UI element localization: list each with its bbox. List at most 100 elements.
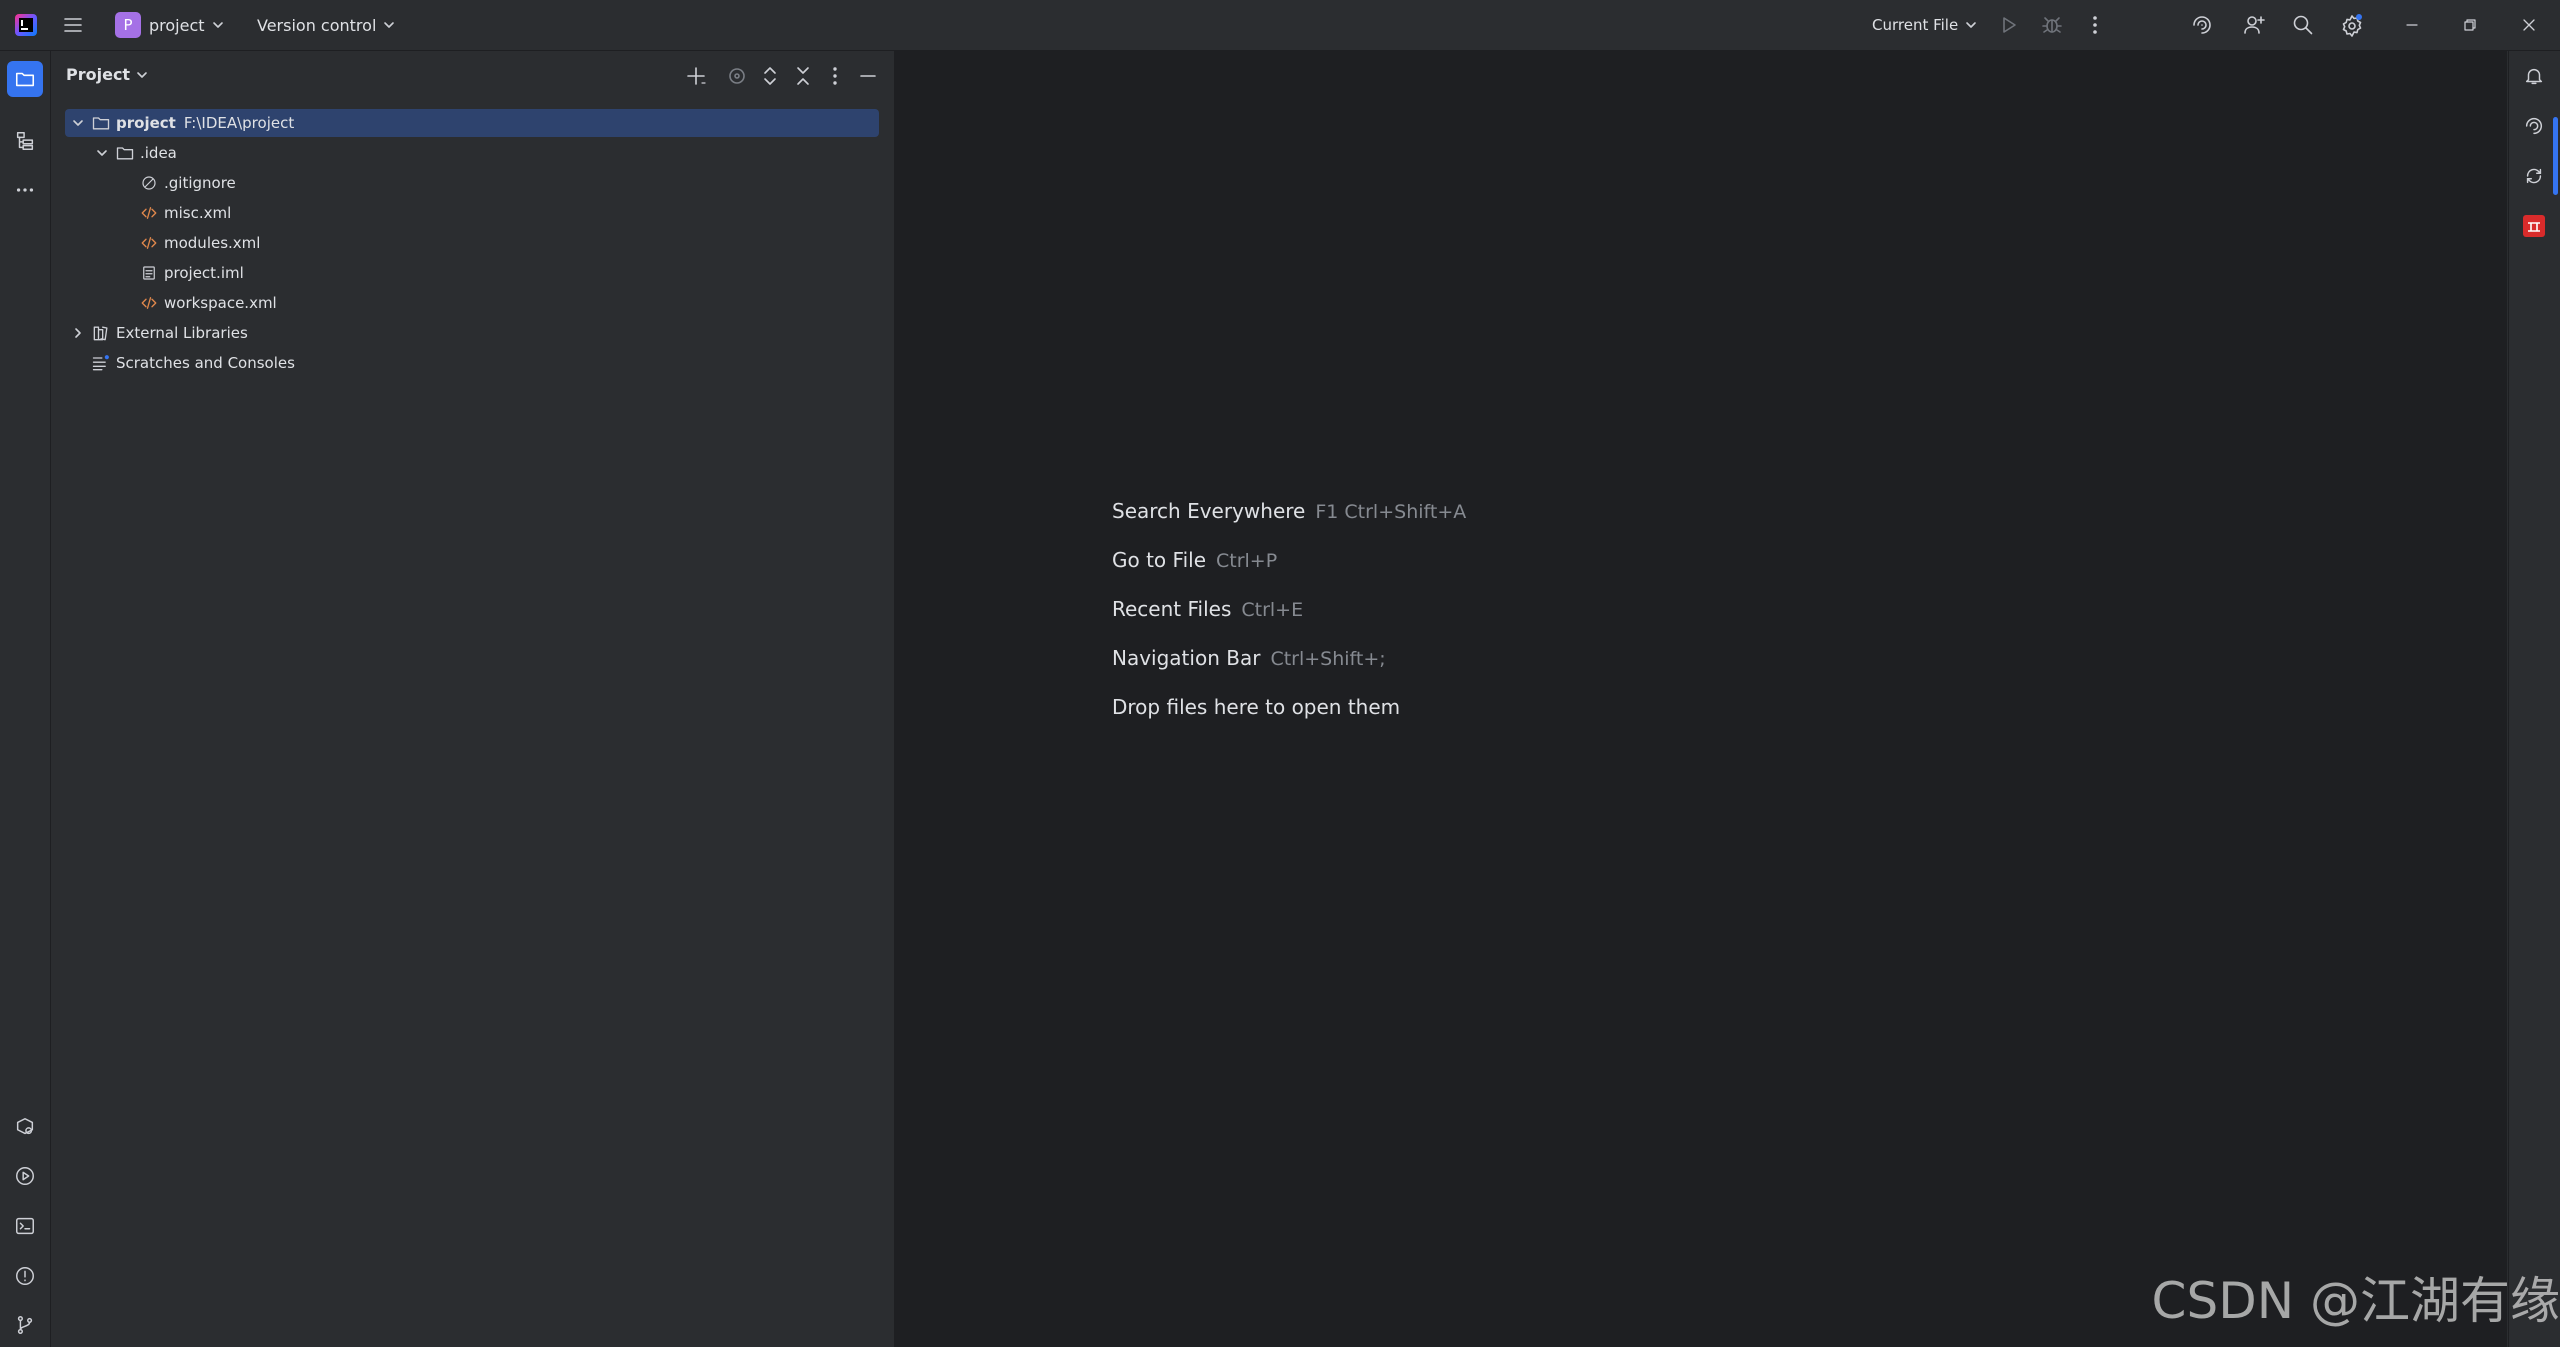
main-menu-icon[interactable] bbox=[61, 13, 85, 37]
watermark-text: CSDN @江湖有缘 bbox=[2151, 1272, 2560, 1330]
tree-item-label: workspace.xml bbox=[164, 294, 277, 312]
scratches-icon bbox=[91, 353, 111, 373]
sync-button[interactable] bbox=[2519, 161, 2549, 191]
hint-go-to-file: Go to File Ctrl+P bbox=[1112, 548, 1277, 572]
xml-file-icon bbox=[139, 233, 159, 253]
project-name: project bbox=[149, 15, 205, 35]
code-with-me-icon[interactable] bbox=[2242, 13, 2266, 37]
tree-item-label: .idea bbox=[140, 144, 177, 162]
run-configuration-selector[interactable]: Current File bbox=[1872, 12, 1978, 38]
git-tool-button[interactable] bbox=[10, 1310, 40, 1340]
hint-shortcut: Ctrl+P bbox=[1216, 550, 1278, 572]
chevron-down-icon bbox=[384, 22, 395, 28]
terminal-tool-button[interactable] bbox=[10, 1211, 40, 1241]
settings-icon[interactable] bbox=[2340, 13, 2364, 37]
ai-assistant-icon[interactable] bbox=[2190, 13, 2214, 37]
version-control-widget[interactable]: Version control bbox=[257, 12, 396, 38]
ai-assistant-icon bbox=[2525, 117, 2543, 135]
tree-item-modules-xml[interactable]: modules.xml bbox=[65, 229, 953, 257]
chevron-down-icon[interactable] bbox=[69, 114, 87, 132]
project-tool-window: Project project F:\IDEA\project .idea .g… bbox=[51, 51, 895, 1347]
run-configuration-label: Current File bbox=[1872, 16, 1959, 34]
new-file-icon[interactable] bbox=[684, 64, 708, 88]
options-icon[interactable] bbox=[823, 64, 847, 88]
tree-item-external-libraries[interactable]: External Libraries bbox=[65, 319, 883, 347]
chevron-down-icon bbox=[212, 22, 223, 28]
tree-item-label: project.iml bbox=[164, 264, 244, 282]
structure-icon bbox=[16, 132, 34, 150]
version-control-label: Version control bbox=[257, 15, 377, 35]
hint-label: Recent Files bbox=[1112, 597, 1232, 621]
chevron-down-icon[interactable] bbox=[93, 144, 111, 162]
editor-area[interactable]: Search Everywhere F1 Ctrl+Shift+A Go to F… bbox=[895, 51, 2507, 1347]
collapse-all-icon[interactable] bbox=[791, 64, 815, 88]
tree-item-label: Scratches and Consoles bbox=[116, 354, 295, 372]
hint-label: Navigation Bar bbox=[1112, 646, 1261, 670]
tree-item-gitignore[interactable]: .gitignore bbox=[65, 169, 953, 197]
services-icon bbox=[16, 1118, 34, 1135]
right-tool-window-bar bbox=[2508, 51, 2560, 1347]
problems-icon bbox=[16, 1267, 34, 1285]
tree-item-scratches[interactable]: Scratches and Consoles bbox=[65, 349, 905, 377]
chevron-right-icon[interactable] bbox=[69, 324, 87, 342]
tree-item-label: modules.xml bbox=[164, 234, 261, 252]
tree-item-label: project bbox=[116, 114, 176, 132]
hint-label: Drop files here to open them bbox=[1112, 695, 1401, 719]
run-circle-icon bbox=[16, 1167, 34, 1185]
chevron-down-icon bbox=[137, 71, 147, 78]
close-window-icon[interactable] bbox=[2517, 13, 2541, 37]
hide-panel-icon[interactable] bbox=[856, 64, 880, 88]
notifications-button[interactable] bbox=[2519, 61, 2549, 91]
title-bar: P project Version control Current File bbox=[0, 0, 2560, 51]
sync-icon bbox=[2526, 168, 2542, 184]
run-tool-button[interactable] bbox=[10, 1161, 40, 1191]
folder-icon bbox=[15, 72, 35, 87]
ai-assistant-button[interactable] bbox=[2519, 111, 2549, 141]
scroll-indicator bbox=[2553, 117, 2558, 195]
xml-file-icon bbox=[139, 293, 159, 313]
tree-item-idea-folder[interactable]: .idea bbox=[65, 139, 907, 167]
problems-tool-button[interactable] bbox=[10, 1261, 40, 1291]
project-view-selector[interactable]: Project bbox=[66, 65, 149, 84]
more-tools-button[interactable] bbox=[10, 175, 40, 205]
library-icon bbox=[91, 323, 111, 343]
app-logo-icon[interactable] bbox=[14, 13, 38, 37]
left-tool-window-bar bbox=[0, 51, 51, 1347]
project-badge: P bbox=[115, 12, 141, 38]
hint-label: Go to File bbox=[1112, 548, 1206, 572]
tree-item-project-iml[interactable]: project.iml bbox=[65, 259, 953, 287]
restore-window-icon[interactable] bbox=[2458, 13, 2482, 37]
expand-all-icon[interactable] bbox=[758, 64, 782, 88]
search-icon[interactable] bbox=[2291, 13, 2315, 37]
tree-item-label: misc.xml bbox=[164, 204, 232, 222]
folder-icon bbox=[91, 113, 111, 133]
structure-tool-button[interactable] bbox=[10, 126, 40, 156]
hint-shortcut: F1 Ctrl+Shift+A bbox=[1315, 501, 1467, 523]
more-horizontal-icon bbox=[16, 188, 34, 192]
folder-icon bbox=[115, 143, 135, 163]
services-tool-button[interactable] bbox=[10, 1112, 40, 1142]
project-tool-button[interactable] bbox=[7, 61, 43, 97]
hint-label: Search Everywhere bbox=[1112, 499, 1306, 523]
run-icon[interactable] bbox=[1997, 13, 2021, 37]
tree-item-project-root[interactable]: project F:\IDEA\project bbox=[65, 109, 879, 137]
debug-icon[interactable] bbox=[2040, 13, 2064, 37]
more-actions-icon[interactable] bbox=[2083, 13, 2107, 37]
hint-shortcut: Ctrl+Shift+; bbox=[1270, 648, 1386, 670]
watermark: CSDN @江湖有缘 bbox=[2152, 1261, 2560, 1333]
project-widget[interactable]: P project bbox=[115, 12, 225, 38]
tree-item-workspace-xml[interactable]: workspace.xml bbox=[65, 289, 953, 317]
hint-drop-files: Drop files here to open them bbox=[1112, 695, 1400, 719]
hint-recent-files: Recent Files Ctrl+E bbox=[1112, 597, 1303, 621]
minimize-window-icon[interactable] bbox=[2400, 13, 2424, 37]
git-branch-icon bbox=[17, 1316, 33, 1334]
ignored-file-icon bbox=[139, 173, 159, 193]
tree-item-misc-xml[interactable]: misc.xml bbox=[65, 199, 953, 227]
chevron-down-icon bbox=[1966, 22, 1977, 28]
plugin-button[interactable] bbox=[2519, 211, 2549, 241]
bell-icon bbox=[2525, 68, 2543, 85]
terminal-icon bbox=[16, 1217, 34, 1235]
xml-file-icon bbox=[139, 203, 159, 223]
module-file-icon bbox=[139, 263, 159, 283]
locate-file-icon[interactable] bbox=[725, 64, 749, 88]
